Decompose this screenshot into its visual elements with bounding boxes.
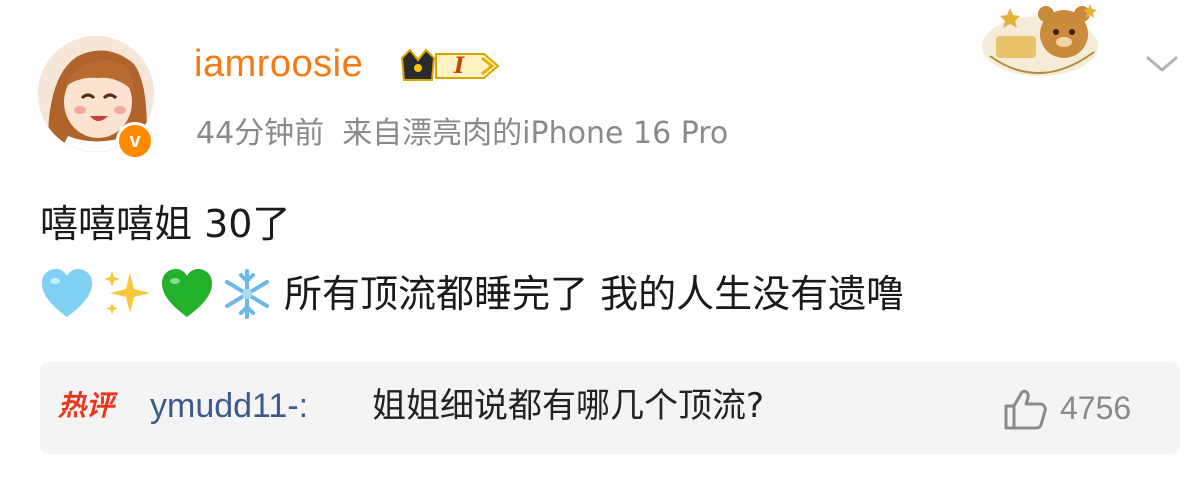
snowflake-icon	[220, 267, 274, 321]
comment-username[interactable]: ymudd11-:	[150, 380, 308, 432]
chevron-down-icon[interactable]	[1144, 52, 1180, 76]
thumbs-up-icon[interactable]	[1002, 386, 1048, 432]
post-meta: 44分钟前 来自漂亮肉的iPhone 16 Pro	[196, 112, 728, 156]
comment-text: 姐姐细说都有哪几个顶流?	[372, 386, 765, 426]
sparkles-icon	[100, 267, 154, 321]
green-heart-icon	[160, 267, 214, 321]
level-badge[interactable]: I	[398, 46, 504, 86]
like-count: 4756	[1060, 390, 1132, 426]
username[interactable]: iamroosie	[194, 38, 363, 90]
post-source: 来自漂亮肉的iPhone 16 Pro	[342, 116, 729, 151]
post-text-line-1: 嘻嘻嘻姐 30了	[40, 202, 291, 246]
decoration-sticker-icon	[980, 0, 1100, 80]
post-time: 44分钟前	[196, 116, 325, 151]
weibo-post: v iamroosie I 44分钟前来自漂亮肉的iPhone 16 Pro	[0, 0, 1200, 496]
post-text-line-2-text: 所有顶流都睡完了 我的人生没有遗噜	[284, 272, 905, 316]
post-text-line-2: 所有顶流都睡完了 我的人生没有遗噜	[40, 264, 904, 324]
verified-badge-icon: v	[116, 122, 154, 160]
light-blue-heart-icon	[40, 267, 94, 321]
hot-comment[interactable]: 热评 ymudd11-: 姐姐细说都有哪几个顶流? 4756	[40, 362, 1180, 454]
level-label: I	[454, 53, 465, 79]
hot-comment-tag: 热评	[58, 389, 115, 422]
